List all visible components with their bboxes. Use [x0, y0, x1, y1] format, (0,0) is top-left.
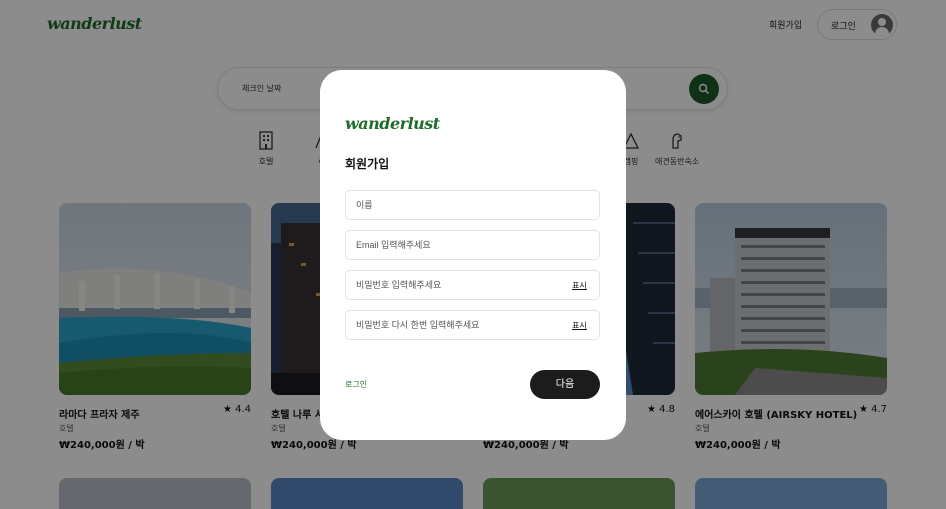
- show-password-confirm-toggle[interactable]: 표시: [572, 320, 587, 331]
- show-password-toggle[interactable]: 표시: [572, 280, 587, 291]
- email-input[interactable]: [345, 230, 600, 260]
- password-confirm-input[interactable]: [345, 310, 600, 340]
- signup-modal: wanderlust 회원가입 표시 표시 로그인 다음: [320, 70, 626, 440]
- modal-title: 회원가입: [345, 157, 390, 171]
- next-button[interactable]: 다음: [530, 370, 600, 399]
- home-page: wanderlust 회원가입 로그인 체크인 날짜 호텔 리 캠핑 애견동반숙…: [0, 0, 946, 509]
- login-link[interactable]: 로그인: [345, 379, 367, 390]
- password-input[interactable]: [345, 270, 600, 300]
- modal-logo: wanderlust: [345, 114, 440, 133]
- name-input[interactable]: [345, 190, 600, 220]
